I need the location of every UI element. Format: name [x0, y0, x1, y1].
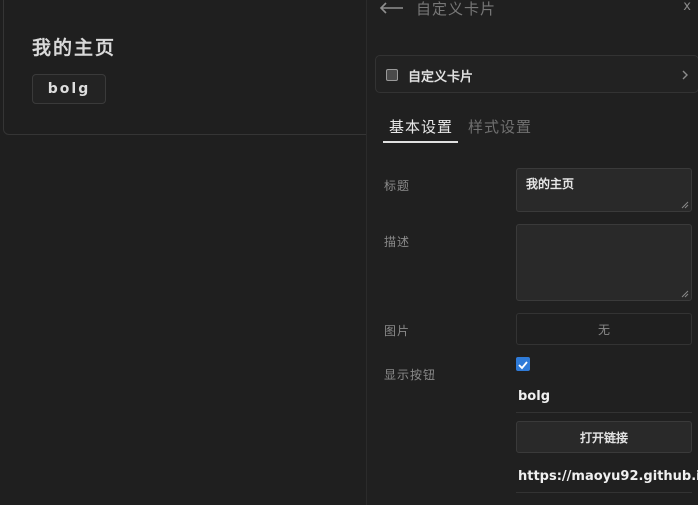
button-text-input[interactable]: bolg — [516, 383, 692, 413]
settings-panel: 自定义卡片 x 自定义卡片 基本设置 样式设置 标题 我的主页 描述 图片 无 … — [366, 0, 698, 505]
title-label: 标题 — [384, 179, 411, 193]
checkmark-icon — [518, 361, 528, 370]
resize-handle-icon[interactable] — [681, 290, 689, 298]
preview-card: 我的主页 bolg — [3, 0, 375, 135]
card-type-selector[interactable]: 自定义卡片 — [375, 55, 698, 93]
image-select-button[interactable]: 无 — [516, 313, 692, 345]
chevron-right-icon — [682, 70, 688, 80]
title-textarea[interactable]: 我的主页 — [516, 168, 692, 212]
open-link-button[interactable]: 打开链接 — [516, 421, 692, 453]
active-tab-indicator — [383, 141, 458, 143]
description-label: 描述 — [384, 235, 411, 249]
preview-link-button[interactable]: bolg — [32, 74, 106, 104]
resize-handle-icon[interactable] — [681, 201, 689, 209]
close-icon[interactable]: x — [683, 0, 691, 14]
arrow-left-icon[interactable] — [379, 0, 405, 16]
preview-title: 我的主页 — [32, 37, 117, 59]
description-textarea[interactable] — [516, 224, 692, 301]
title-value: 我的主页 — [526, 177, 575, 191]
tab-basic-settings[interactable]: 基本设置 — [389, 116, 453, 137]
panel-title: 自定义卡片 — [416, 0, 497, 18]
image-label: 图片 — [384, 324, 411, 338]
show-button-checkbox[interactable] — [516, 357, 530, 371]
link-url-input[interactable]: https://maoyu92.github.io/ — [516, 463, 698, 493]
show-button-label: 显示按钮 — [384, 368, 437, 382]
app-window: 我的主页 bolg 自定义卡片 x 自定义卡片 基本设置 样式设置 标题 我的主… — [0, 0, 698, 505]
card-type-label: 自定义卡片 — [408, 70, 474, 85]
card-type-checkbox-icon — [386, 69, 398, 81]
tab-style-settings[interactable]: 样式设置 — [468, 116, 532, 137]
